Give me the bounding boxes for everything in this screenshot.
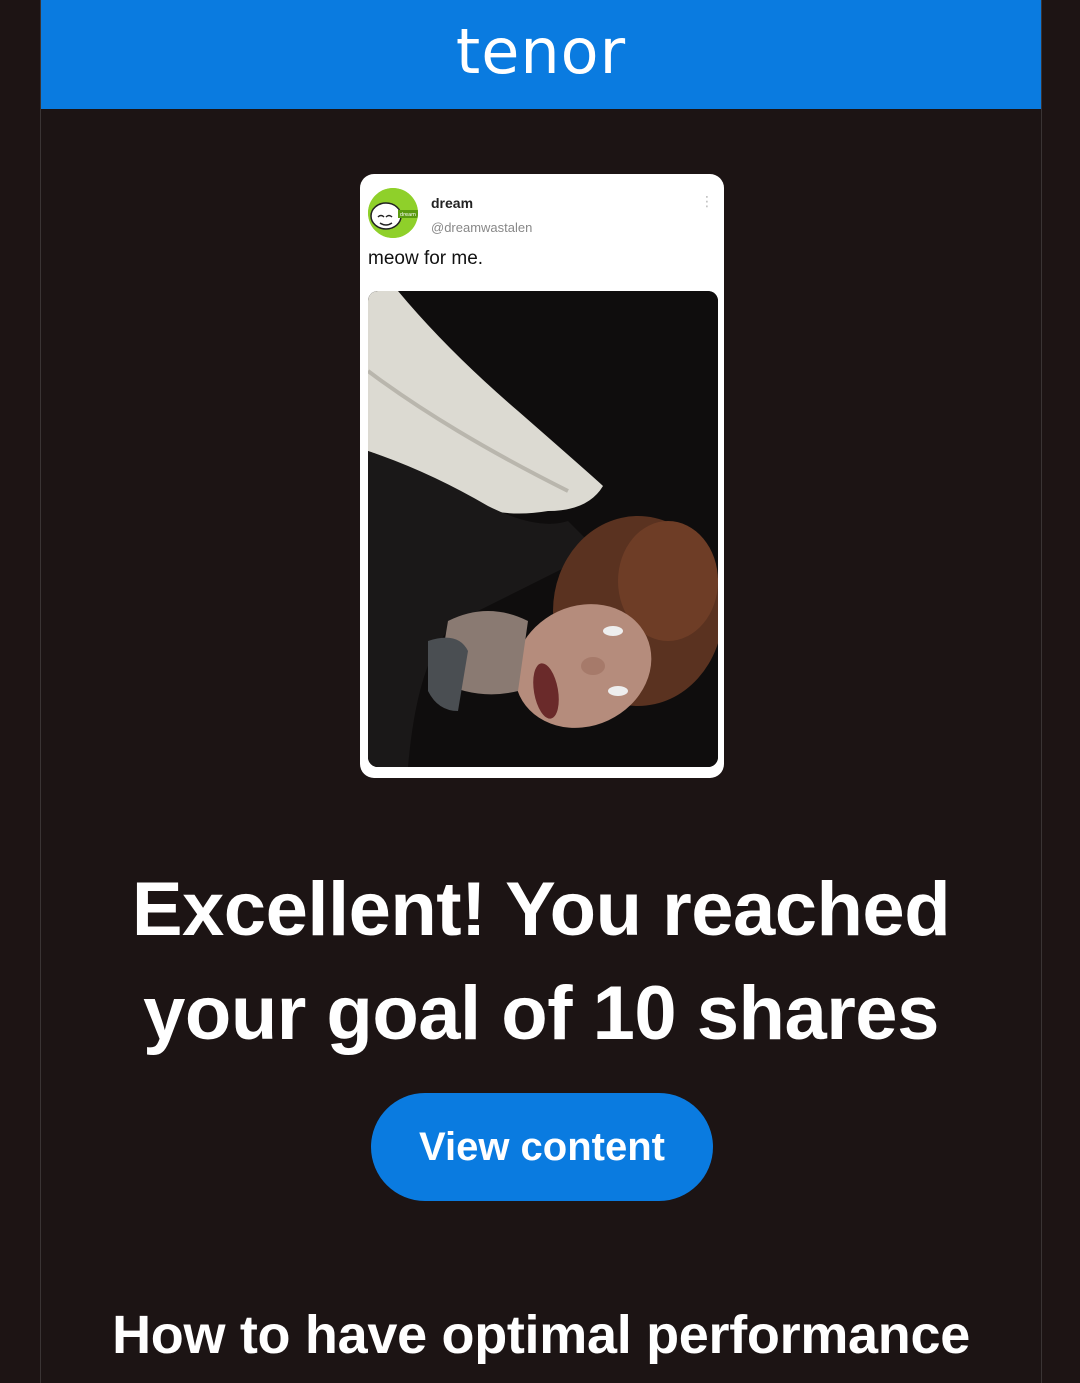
view-content-button[interactable]: View content <box>371 1093 713 1201</box>
headline: Excellent! You reached your goal of 10 s… <box>41 858 1041 1066</box>
avatar-label: dream <box>400 212 416 218</box>
header-bar: tenor <box>41 0 1041 109</box>
gif-preview-card[interactable]: dream dream @dreamwastalen ⋮ meow for me… <box>360 174 724 778</box>
headline-line-1: Excellent! You reached <box>131 867 951 952</box>
author-handle: @dreamwastalen <box>431 220 533 235</box>
section-heading: How to have optimal performance <box>112 1305 970 1365</box>
avatar-icon: dream <box>368 188 418 238</box>
tweet-text: meow for me. <box>368 248 484 269</box>
author-avatar: dream <box>368 188 418 238</box>
tenor-logo[interactable]: tenor <box>456 20 626 83</box>
email-frame: tenor dream dream @dreamwastalen ⋮ meow … <box>40 0 1042 1383</box>
gif-media <box>368 291 718 767</box>
headline-line-2: your goal of 10 shares <box>143 971 939 1056</box>
more-vertical-icon: ⋮ <box>700 193 714 209</box>
author-name: dream <box>431 195 474 211</box>
